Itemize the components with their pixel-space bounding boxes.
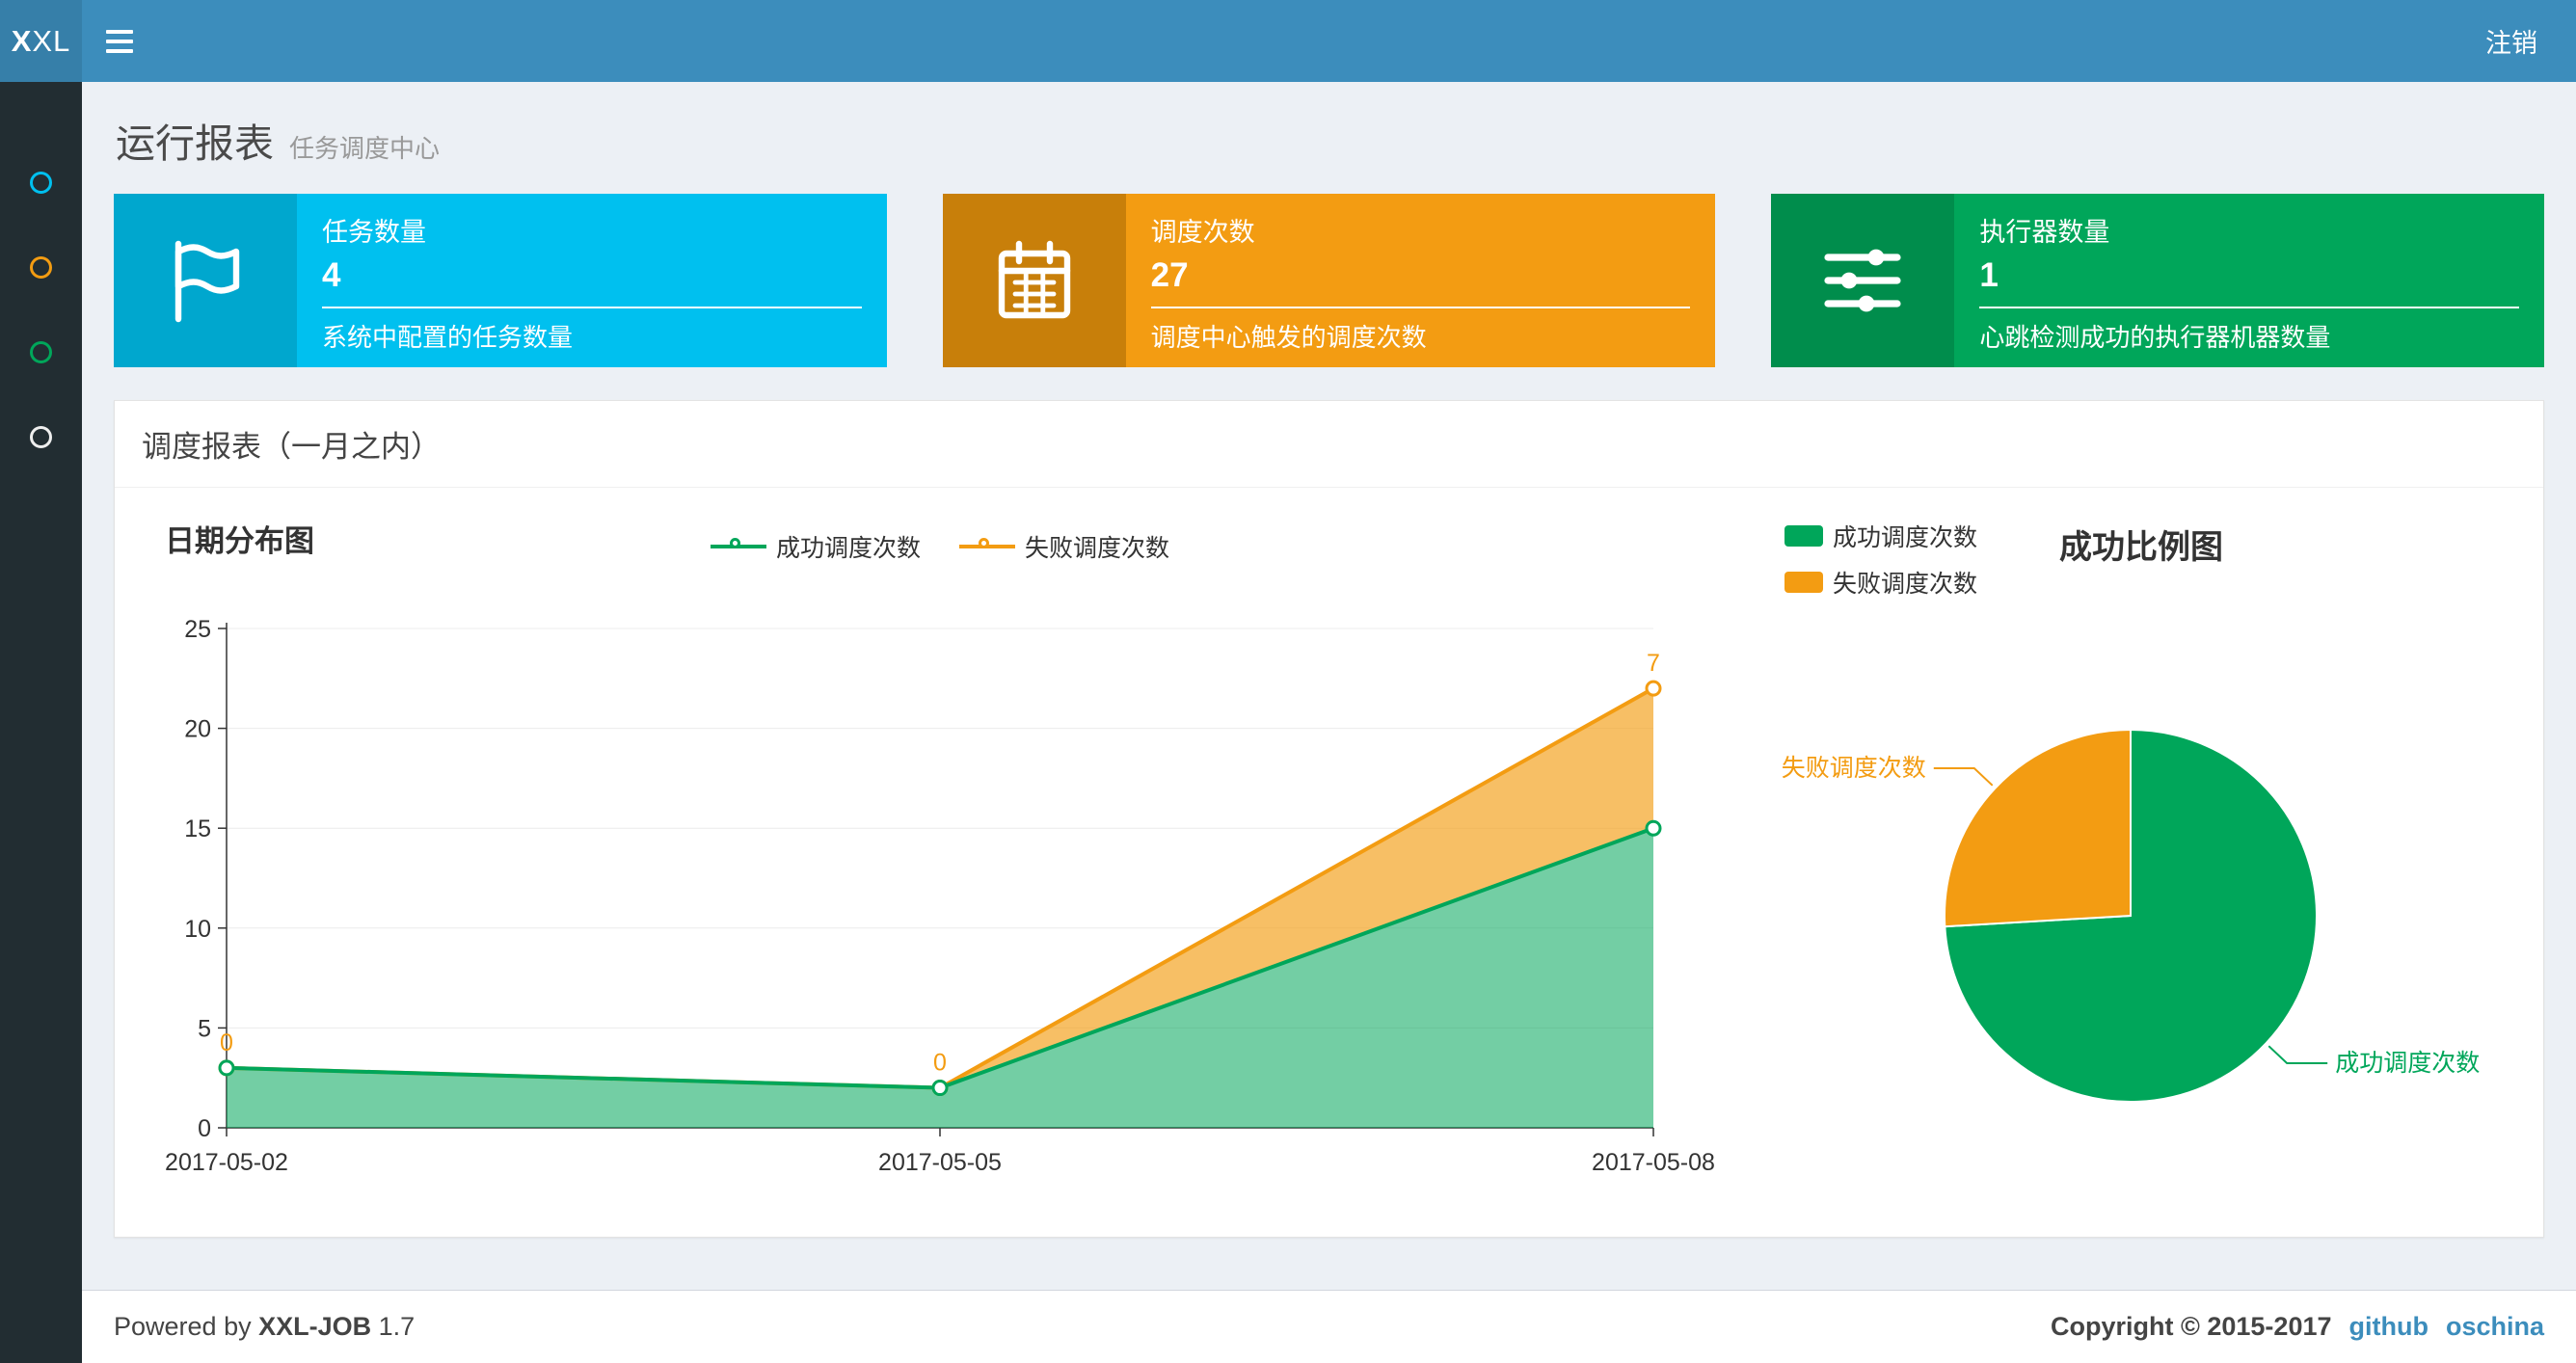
info-box-content: 调度次数 27 调度中心触发的调度次数 <box>1126 194 1716 367</box>
github-link[interactable]: github <box>2349 1312 2428 1342</box>
page-subtitle: 任务调度中心 <box>289 134 441 163</box>
success-ratio-chart: 成功调度次数 失败调度次数 成功比例图 成功调度次数 失败调度次数 <box>1750 501 2528 1210</box>
flag-icon <box>114 194 297 367</box>
oschina-link[interactable]: oschina <box>2446 1312 2544 1342</box>
pie-chart-title: 成功比例图 <box>2059 529 2224 566</box>
svg-text:7: 7 <box>1647 650 1660 677</box>
svg-text:10: 10 <box>184 916 211 943</box>
pie-chart-svg: 成功调度次数 失败调度次数 <box>1782 728 2480 1103</box>
divider <box>1979 307 2520 308</box>
legend-item-success[interactable]: 成功调度次数 <box>710 524 921 569</box>
info-box-description: 调度中心触发的调度次数 <box>1150 323 1427 352</box>
info-box-executors: 执行器数量 1 心跳检测成功的执行器机器数量 <box>1771 194 2545 367</box>
calendar-icon <box>942 194 1126 367</box>
logout-button[interactable]: 注销 <box>2447 0 2576 82</box>
info-box-jobs: 任务数量 4 系统中配置的任务数量 <box>114 194 887 367</box>
divider <box>322 307 862 308</box>
sidebar-item-1[interactable] <box>0 140 82 225</box>
line-chart-title: 日期分布图 <box>165 524 314 558</box>
app-logo[interactable]: X XL <box>0 0 82 82</box>
legend-item-success[interactable]: 成功调度次数 <box>1784 519 1977 553</box>
circle-icon <box>30 340 52 363</box>
svg-text:15: 15 <box>184 815 211 842</box>
legend-item-fail[interactable]: 失败调度次数 <box>959 524 1169 569</box>
version-text: 1.7 <box>378 1312 416 1341</box>
page-title: 运行报表 <box>116 121 274 166</box>
line-chart-legend: 成功调度次数 失败调度次数 <box>130 501 1750 569</box>
logo-text-bold: X <box>11 23 33 58</box>
line-chart-svg: 05101520252017-05-02 2017-05-05 2017-05-08… <box>165 616 1715 1176</box>
info-box-triggers: 调度次数 27 调度中心触发的调度次数 <box>942 194 1716 367</box>
sidebar-toggle-icon[interactable] <box>82 0 157 82</box>
line-marker-icon <box>710 538 766 555</box>
content-wrapper: 运行报表 任务调度中心 任务数量 4 系统中配置的任务数量 调度次数 27 调度… <box>82 82 2576 1363</box>
sliders-icon <box>1771 194 1955 367</box>
info-box-label: 执行器数量 <box>1979 218 2110 247</box>
panel-body: 日期分布图 成功调度次数 失败调度次数 0 5 10 15 20 25 2017… <box>115 488 2543 1237</box>
sidebar <box>0 82 82 1363</box>
logo-text: XL <box>32 23 71 58</box>
svg-text:0: 0 <box>220 1029 233 1056</box>
info-box-label: 调度次数 <box>1150 218 1255 247</box>
info-box-content: 执行器数量 1 心跳检测成功的执行器机器数量 <box>1954 194 2544 367</box>
line-marker-icon <box>959 538 1015 555</box>
svg-text:失败调度次数: 失败调度次数 <box>1782 755 1926 782</box>
page-header: 运行报表 任务调度中心 <box>114 82 2544 194</box>
sidebar-item-2[interactable] <box>0 225 82 309</box>
svg-text:20: 20 <box>184 716 211 743</box>
circle-icon <box>30 171 52 194</box>
svg-text:25: 25 <box>184 616 211 643</box>
svg-text:2017-05-02: 2017-05-02 <box>165 1149 288 1176</box>
info-box-value: 4 <box>322 256 341 294</box>
legend-label: 成功调度次数 <box>775 535 921 562</box>
legend-label: 成功调度次数 <box>1833 524 1978 551</box>
pie-chart-header: 成功调度次数 失败调度次数 成功比例图 <box>1750 501 2528 598</box>
report-panel: 调度报表（一月之内） 日期分布图 成功调度次数 失败调度次数 0 5 10 15… <box>114 400 2544 1238</box>
svg-text:成功调度次数: 成功调度次数 <box>2335 1050 2480 1077</box>
footer: Powered by XXL-JOB 1.7 Copyright © 2015-… <box>82 1290 2576 1363</box>
top-navbar: X XL 注销 <box>0 0 2576 82</box>
copyright-text: Copyright © 2015-2017 <box>2050 1312 2332 1341</box>
info-box-content: 任务数量 4 系统中配置的任务数量 <box>297 194 887 367</box>
info-box-label: 任务数量 <box>322 218 426 247</box>
legend-label: 失败调度次数 <box>1025 535 1170 562</box>
svg-text:2017-05-05: 2017-05-05 <box>878 1149 1002 1176</box>
brand-name: XXL-JOB <box>258 1312 372 1341</box>
svg-text:0: 0 <box>198 1115 211 1142</box>
powered-by-text: Powered by <box>114 1312 252 1341</box>
info-box-row: 任务数量 4 系统中配置的任务数量 调度次数 27 调度中心触发的调度次数 执行… <box>114 194 2545 367</box>
info-box-description: 心跳检测成功的执行器机器数量 <box>1979 323 2331 352</box>
info-box-value: 27 <box>1150 256 1189 294</box>
svg-text:2017-05-08: 2017-05-08 <box>1592 1149 1715 1176</box>
sidebar-item-4[interactable] <box>0 394 82 479</box>
navbar-body: 注销 <box>82 0 2576 82</box>
info-box-value: 1 <box>1979 256 1999 294</box>
sidebar-item-3[interactable] <box>0 309 82 394</box>
circle-icon <box>30 425 52 448</box>
panel-title: 调度报表（一月之内） <box>115 401 2543 488</box>
svg-text:5: 5 <box>198 1015 211 1042</box>
svg-text:0: 0 <box>933 1050 947 1077</box>
info-box-description: 系统中配置的任务数量 <box>322 323 574 352</box>
divider <box>1150 307 1691 308</box>
swatch-icon <box>1784 525 1823 547</box>
date-distribution-chart: 日期分布图 成功调度次数 失败调度次数 0 5 10 15 20 25 2017… <box>130 501 1750 1210</box>
circle-icon <box>30 255 52 279</box>
